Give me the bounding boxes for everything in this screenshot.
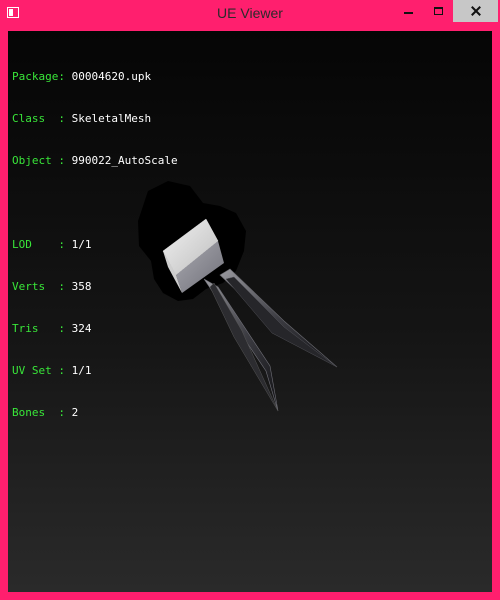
minimize-icon: [403, 12, 413, 14]
title-bar[interactable]: UE Viewer: [0, 0, 500, 28]
mesh-legs: [203, 268, 338, 412]
close-button[interactable]: [453, 0, 498, 22]
maximize-icon: [433, 7, 443, 15]
3d-viewport[interactable]: Package: 00004620.upk Class : SkeletalMe…: [8, 31, 492, 592]
minimize-button[interactable]: [393, 0, 423, 22]
close-icon: [471, 6, 481, 16]
maximize-button[interactable]: [423, 0, 453, 22]
app-window: UE Viewer Package: 00004620.upk Class : …: [0, 0, 500, 600]
mesh-render: [138, 181, 338, 412]
